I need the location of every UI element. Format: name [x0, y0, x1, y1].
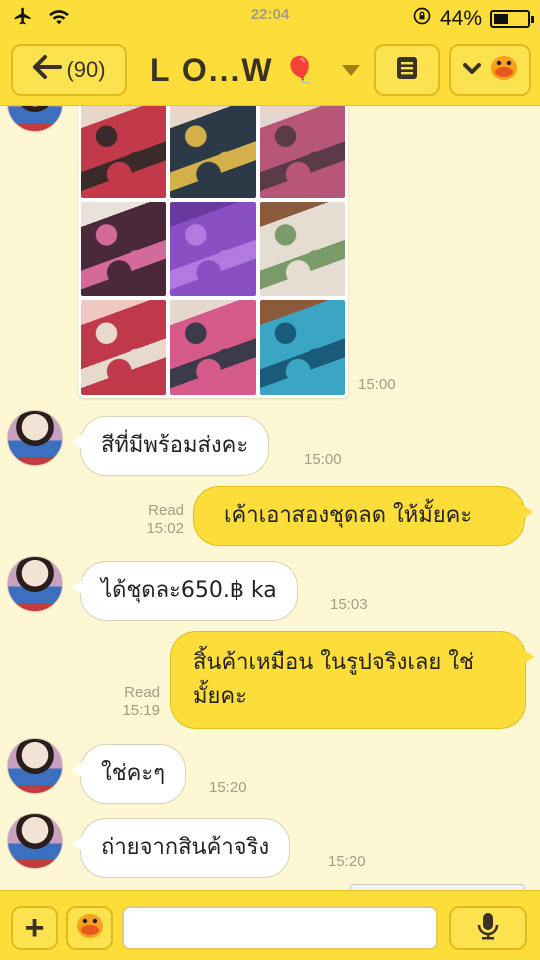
message-text-line: มั้ยคะ: [193, 684, 247, 709]
plus-icon: +: [24, 909, 45, 947]
avatar[interactable]: [7, 813, 63, 869]
read-status: Read: [148, 502, 184, 519]
sticker-button[interactable]: [66, 906, 113, 950]
message-text: ใช่คะๆ: [101, 761, 166, 786]
message-bubble-outgoing[interactable]: เค้าเอาสองชุดลด ให้มั้ยคะ: [193, 486, 533, 546]
message-time: 15:20: [328, 853, 366, 870]
product-photo[interactable]: [170, 300, 256, 395]
composer-bar: +: [0, 890, 540, 960]
product-photo[interactable]: [81, 106, 167, 198]
chat-title-text: L O...W: [150, 51, 274, 88]
read-receipt: Read 15:02: [130, 502, 184, 538]
product-photo[interactable]: [259, 300, 345, 395]
message-text: เค้าเอาสองชุดลด ให้มั้ยคะ: [224, 503, 473, 528]
chevron-down-icon: [462, 61, 482, 80]
message-bubble-incoming[interactable]: ถ่ายจากสินค้าจริง: [71, 818, 291, 878]
sticker-face-icon: [490, 55, 518, 85]
read-receipt: Read 15:19: [106, 684, 160, 720]
message-bubble-incoming[interactable]: ใช่คะๆ: [71, 744, 187, 804]
message-time: 15:20: [209, 779, 247, 796]
rotation-lock-icon: [412, 6, 432, 32]
avatar[interactable]: [7, 410, 63, 466]
balloon-emoji: 🎈: [283, 54, 318, 85]
message-bubble-incoming[interactable]: ได้ชุดละ650.฿ ka: [72, 561, 298, 621]
menu-button[interactable]: [374, 44, 440, 96]
image-grid-message[interactable]: [78, 106, 348, 398]
message-time: 15:00: [304, 451, 342, 468]
microphone-icon: [477, 912, 499, 944]
message-text: ได้ชุดละ650.฿ ka: [101, 578, 277, 603]
chat-header: (90) L O...W 🎈: [0, 36, 540, 106]
avatar[interactable]: [7, 738, 63, 794]
battery-percent: 44%: [439, 7, 482, 30]
message-bubble-outgoing[interactable]: สิ้นค้าเหมือน ในรูปจริงเลย ใช่ มั้ยคะ: [170, 631, 534, 729]
avatar[interactable]: [7, 556, 63, 612]
product-photo[interactable]: [81, 201, 167, 297]
unread-count: (90): [66, 57, 106, 82]
product-photo[interactable]: [170, 201, 256, 297]
read-status: Read: [124, 684, 160, 701]
sticker-face-icon: [76, 913, 104, 943]
add-button[interactable]: +: [11, 906, 58, 950]
battery-fill: [494, 14, 509, 24]
chevron-down-icon[interactable]: [342, 64, 360, 76]
status-bar: 22:04 44%: [0, 0, 540, 36]
back-button[interactable]: (90): [11, 44, 127, 96]
message-input[interactable]: [122, 906, 438, 950]
arrow-left-icon: [32, 54, 63, 86]
voice-button[interactable]: [449, 906, 527, 950]
message-text: สีที่มีพร้อมส่งคะ: [101, 433, 249, 458]
message-bubble-incoming[interactable]: สีที่มีพร้อมส่งคะ: [71, 416, 270, 476]
product-photo[interactable]: [170, 106, 256, 198]
options-button[interactable]: [449, 44, 531, 96]
message-text: ถ่ายจากสินค้าจริง: [101, 835, 270, 860]
message-text-line: สิ้นค้าเหมือน ในรูปจริงเลย ใช่: [193, 650, 474, 675]
message-time: 15:03: [330, 596, 368, 613]
product-photo[interactable]: [259, 106, 345, 198]
battery-icon: [490, 10, 534, 28]
chat-title[interactable]: L O...W 🎈: [150, 50, 370, 90]
product-photo[interactable]: [259, 201, 345, 297]
message-time: 15:02: [146, 520, 184, 537]
message-time: 15:19: [122, 702, 160, 719]
chat-area[interactable]: 15:00 สีที่มีพร้อมส่งคะ 15:00 Read 15:02…: [0, 106, 540, 890]
product-photo[interactable]: [81, 300, 167, 395]
list-icon: [396, 56, 418, 84]
avatar[interactable]: [7, 106, 63, 132]
message-time: 15:00: [358, 376, 396, 393]
